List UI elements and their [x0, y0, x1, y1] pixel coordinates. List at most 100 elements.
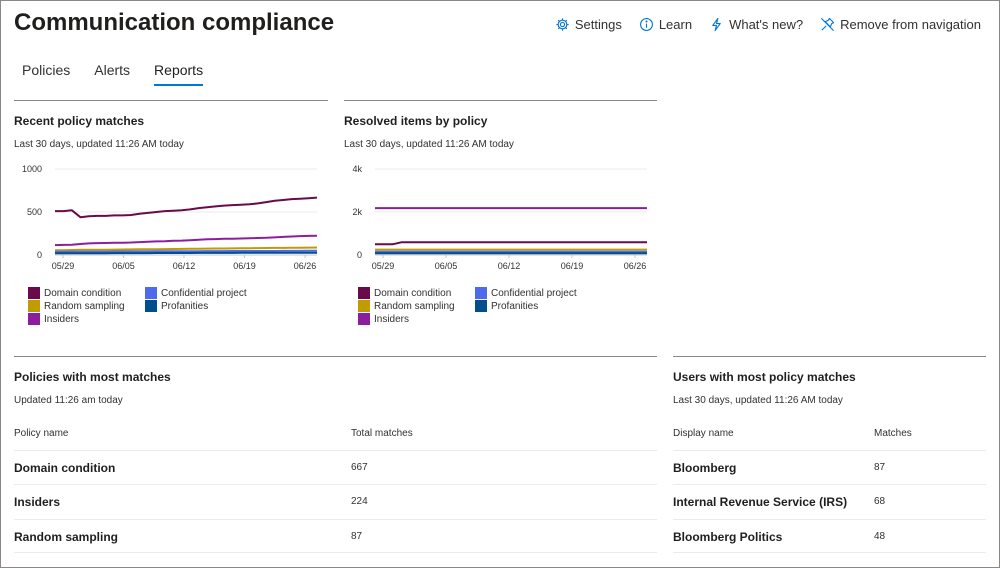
legend-label: Confidential project: [161, 287, 247, 299]
card-title: Policies with most matches: [14, 370, 171, 384]
legend-swatch: [475, 300, 487, 312]
legend-label: Profanities: [491, 300, 539, 312]
chart-legend: Domain condition Confidential project Ra…: [28, 287, 295, 325]
policy-name-cell: Insiders: [14, 495, 61, 509]
table-row[interactable]: Bloomberg Politics 48: [673, 519, 986, 553]
policy-name-cell: Random sampling: [14, 530, 119, 544]
lightning-icon: [712, 17, 721, 32]
remove-from-navigation-label: Remove from navigation: [840, 17, 981, 32]
display-name-cell: Bloomberg: [673, 461, 737, 475]
legend-swatch: [358, 313, 370, 325]
settings-button[interactable]: Settings: [555, 17, 622, 32]
unpin-icon: [821, 17, 835, 31]
series-line-insiders: [54, 234, 318, 247]
legend-swatch: [145, 287, 157, 299]
remove-from-navigation-button[interactable]: Remove from navigation: [820, 17, 981, 32]
matches-cell: 68: [874, 496, 886, 507]
resolved-items-chart: 4k 2k 0 05/29 06/05 06/12 06/19 06/26: [352, 164, 647, 271]
x-tick-label: 06/26: [624, 261, 647, 271]
column-header-policy-name[interactable]: Policy name: [14, 428, 68, 439]
legend-label: Random sampling: [374, 300, 455, 312]
series-line-domain-condition: [375, 241, 647, 246]
table-row[interactable]: Bloomberg 87: [673, 450, 986, 484]
column-header-matches[interactable]: Matches: [874, 428, 912, 439]
x-tick-label: 06/05: [435, 261, 458, 271]
whats-new-label: What's new?: [729, 17, 804, 32]
total-matches-cell: 87: [351, 531, 363, 542]
legend-label: Profanities: [161, 300, 209, 312]
chart-legend: Domain condition Confidential project Ra…: [358, 287, 625, 325]
table-row[interactable]: Internal Revenue Service (IRS) 68: [673, 484, 986, 518]
legend-item-profanities[interactable]: Profanities: [145, 300, 295, 312]
series-line-domain-condition: [55, 196, 318, 219]
x-tick-label: 06/19: [233, 261, 256, 271]
series-line-confidential-project: [55, 249, 317, 253]
y-tick-label: 4k: [352, 164, 362, 174]
x-tick-label: 05/29: [52, 261, 75, 271]
y-tick-label: 500: [27, 207, 42, 217]
table-row[interactable]: Insiders 224: [14, 484, 657, 518]
info-icon: [639, 18, 653, 31]
tab-reports[interactable]: Reports: [154, 62, 204, 86]
y-tick-label: 1000: [22, 164, 42, 174]
page-title: Communication compliance: [14, 9, 335, 36]
series-line-profanities: [55, 251, 317, 255]
policies-with-most-matches-card: Policies with most matches Updated 11:26…: [14, 356, 657, 556]
tab-bar: Policies Alerts Reports: [22, 62, 204, 86]
legend-swatch: [28, 287, 40, 299]
x-tick-label: 06/19: [561, 261, 584, 271]
card-title: Resolved items by policy: [344, 114, 488, 128]
settings-label: Settings: [574, 17, 622, 32]
gear-icon: [556, 18, 569, 31]
legend-swatch: [145, 300, 157, 312]
card-subtitle: Updated 11:26 am today: [14, 395, 123, 406]
legend-item-insiders[interactable]: Insiders: [28, 313, 145, 325]
users-with-most-policy-matches-card: Users with most policy matches Last 30 d…: [673, 356, 986, 556]
y-tick-label: 2k: [352, 207, 362, 217]
legend-label: Confidential project: [491, 287, 577, 299]
legend-item-domain-condition[interactable]: Domain condition: [28, 287, 145, 299]
legend-swatch: [475, 287, 487, 299]
legend-item-domain-condition[interactable]: Domain condition: [358, 287, 475, 299]
column-header-total-matches[interactable]: Total matches: [351, 428, 413, 439]
legend-item-random-sampling[interactable]: Random sampling: [358, 300, 475, 312]
card-title: Recent policy matches: [14, 114, 145, 128]
resolved-items-by-policy-card: Resolved items by policy Last 30 days, u…: [344, 100, 657, 340]
table-row[interactable]: Random sampling 87: [14, 519, 657, 553]
recent-policy-matches-card: Recent policy matches Last 30 days, upda…: [14, 100, 328, 340]
x-tick-label: 06/12: [498, 261, 521, 271]
legend-swatch: [28, 313, 40, 325]
x-tick-label: 06/05: [112, 261, 135, 271]
legend-item-profanities[interactable]: Profanities: [475, 300, 625, 312]
x-tick-label: 06/26: [294, 261, 317, 271]
y-tick-label: 0: [357, 250, 362, 260]
tab-policies[interactable]: Policies: [22, 62, 70, 86]
tab-alerts[interactable]: Alerts: [94, 62, 130, 86]
x-tick-label: 05/29: [372, 261, 395, 271]
legend-label: Insiders: [44, 313, 80, 325]
legend-item-confidential-project[interactable]: Confidential project: [145, 287, 295, 299]
legend-label: Random sampling: [44, 300, 125, 312]
matches-cell: 87: [874, 462, 886, 473]
y-tick-label: 0: [37, 250, 42, 260]
policy-name-cell: Domain condition: [14, 461, 116, 475]
card-subtitle: Last 30 days, updated 11:26 AM today: [673, 395, 843, 406]
card-subtitle: Last 30 days, updated 11:26 AM today: [344, 139, 514, 150]
legend-label: Insiders: [374, 313, 410, 325]
series-line-random-sampling: [54, 246, 318, 252]
table-row[interactable]: Domain condition 667: [14, 450, 657, 484]
legend-swatch: [358, 300, 370, 312]
x-tick-label: 06/12: [173, 261, 196, 271]
whats-new-button[interactable]: What's new?: [709, 17, 803, 32]
card-title: Users with most policy matches: [673, 370, 856, 384]
total-matches-cell: 224: [351, 496, 368, 507]
column-header-display-name[interactable]: Display name: [673, 428, 734, 439]
matches-cell: 48: [874, 531, 886, 542]
legend-item-insiders[interactable]: Insiders: [358, 313, 475, 325]
recent-policy-matches-chart: 1000 500 0 05/29 06/05 06/12 06/19 06/26: [22, 164, 318, 271]
legend-item-random-sampling[interactable]: Random sampling: [28, 300, 145, 312]
learn-button[interactable]: Learn: [639, 17, 692, 32]
total-matches-cell: 667: [351, 462, 368, 473]
legend-label: Domain condition: [44, 287, 122, 299]
legend-item-confidential-project[interactable]: Confidential project: [475, 287, 625, 299]
